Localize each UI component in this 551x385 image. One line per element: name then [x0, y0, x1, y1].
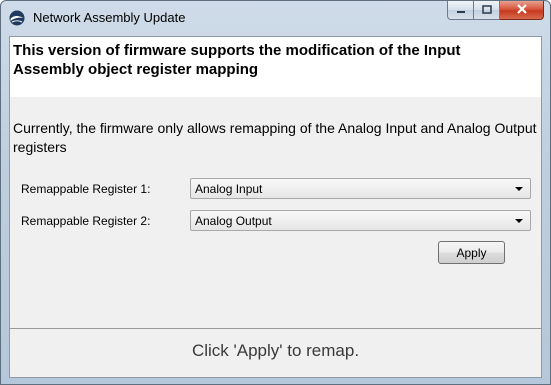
close-icon: [516, 1, 528, 19]
title-bar[interactable]: Network Assembly Update: [1, 1, 550, 34]
register-2-value: Analog Output: [195, 214, 272, 228]
maximize-icon: [481, 1, 492, 19]
apply-button[interactable]: Apply: [438, 241, 505, 264]
status-divider: [10, 328, 541, 329]
chevron-down-icon: [515, 219, 523, 223]
register-2-label: Remappable Register 2:: [21, 214, 151, 228]
register-1-label: Remappable Register 1:: [21, 182, 151, 196]
maximize-button[interactable]: [474, 1, 500, 20]
window-title: Network Assembly Update: [33, 10, 186, 25]
header-panel: This version of firmware supports the mo…: [10, 37, 541, 97]
register-1-value: Analog Input: [195, 182, 263, 196]
dialog-window: Network Assembly Update This version of …: [0, 0, 551, 385]
dialog-client-area: This version of firmware supports the mo…: [9, 36, 542, 378]
close-button[interactable]: [500, 1, 544, 20]
register-1-dropdown[interactable]: Analog Input: [190, 178, 531, 199]
chevron-down-icon: [515, 187, 523, 191]
register-2-dropdown[interactable]: Analog Output: [190, 210, 531, 231]
minimize-button[interactable]: [447, 1, 474, 20]
status-message: Click 'Apply' to remap.: [191, 341, 360, 360]
network-globe-icon: [9, 10, 25, 26]
firmware-description: Currently, the firmware only allows rema…: [13, 120, 537, 155]
window-controls: [447, 1, 544, 21]
minimize-icon: [456, 1, 466, 19]
firmware-headline: This version of firmware supports the mo…: [13, 42, 461, 78]
